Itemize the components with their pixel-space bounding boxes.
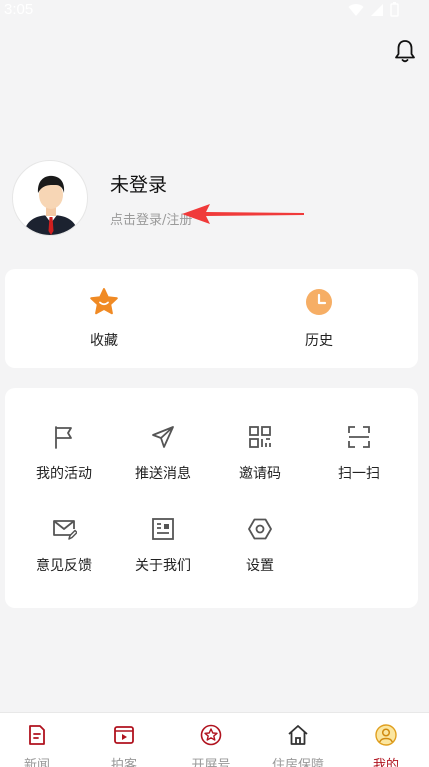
signal-icon xyxy=(371,3,383,16)
tab-mine[interactable]: 我的 xyxy=(346,724,426,767)
invite-code-label: 邀请码 xyxy=(239,466,281,482)
settings-hexagon-icon xyxy=(248,518,272,540)
my-activities-item[interactable]: 我的活动 xyxy=(14,424,114,483)
tab-news-label: 新闻 xyxy=(23,758,50,767)
history-label: 历史 xyxy=(305,333,333,349)
status-icons xyxy=(348,2,399,17)
my-activities-label: 我的活动 xyxy=(36,466,92,482)
battery-icon xyxy=(390,2,399,17)
settings-label: 设置 xyxy=(246,558,274,574)
clock-icon xyxy=(306,289,332,315)
favorites-label: 收藏 xyxy=(90,333,118,349)
tab-housing-label: 住房保障 xyxy=(271,758,324,767)
house-icon xyxy=(288,725,308,745)
status-bar: 3:05 xyxy=(0,0,429,22)
history-item[interactable]: 历史 xyxy=(259,287,379,350)
feedback-label: 意见反馈 xyxy=(36,558,92,574)
tab-paike[interactable]: 拍客 xyxy=(84,724,164,767)
qr-code-icon xyxy=(249,426,271,448)
bottom-tab-bar: 新闻 拍客 开屏号 住房保障 我的 xyxy=(0,712,429,767)
send-icon xyxy=(152,426,174,448)
tab-kaipinghao-label: 开屏号 xyxy=(191,758,231,767)
wifi-icon xyxy=(348,3,364,16)
about-us-label: 关于我们 xyxy=(135,558,191,574)
about-us-item[interactable]: 关于我们 xyxy=(113,516,213,575)
video-icon xyxy=(114,726,134,744)
feedback-mail-icon xyxy=(53,520,78,540)
push-messages-item[interactable]: 推送消息 xyxy=(113,424,213,483)
favorites-card: 收藏 历史 xyxy=(5,269,418,368)
user-name: 未登录 xyxy=(110,174,168,196)
star-icon xyxy=(90,288,118,315)
profile-section: 未登录 点击登录/注册 xyxy=(12,160,417,240)
favorites-item[interactable]: 收藏 xyxy=(44,287,164,350)
push-messages-label: 推送消息 xyxy=(135,466,191,482)
user-icon xyxy=(375,724,397,746)
notification-bell-icon[interactable] xyxy=(393,38,417,64)
feedback-item[interactable]: 意见反馈 xyxy=(14,516,114,575)
scan-item[interactable]: 扫一扫 xyxy=(309,424,409,483)
tab-paike-label: 拍客 xyxy=(110,758,137,767)
invite-code-item[interactable]: 邀请码 xyxy=(210,424,310,483)
flag-icon xyxy=(55,426,72,449)
avatar[interactable] xyxy=(12,160,88,236)
tab-mine-label: 我的 xyxy=(372,758,399,767)
tab-housing[interactable]: 住房保障 xyxy=(258,724,338,767)
avatar-illustration xyxy=(23,175,79,235)
settings-item[interactable]: 设置 xyxy=(210,516,310,575)
red-arrow-annotation xyxy=(182,204,304,224)
flower-badge-icon xyxy=(200,724,222,746)
about-card-icon xyxy=(152,518,174,540)
status-time: 3:05 xyxy=(4,1,34,18)
scan-icon xyxy=(348,426,370,448)
tab-kaipinghao[interactable]: 开屏号 xyxy=(171,724,251,767)
tools-card: 我的活动 推送消息 邀请码 扫一扫 意见反馈 关于我们 设置 xyxy=(5,388,418,608)
tab-news[interactable]: 新闻 xyxy=(0,724,77,767)
news-icon xyxy=(29,725,45,745)
scan-label: 扫一扫 xyxy=(338,466,380,482)
